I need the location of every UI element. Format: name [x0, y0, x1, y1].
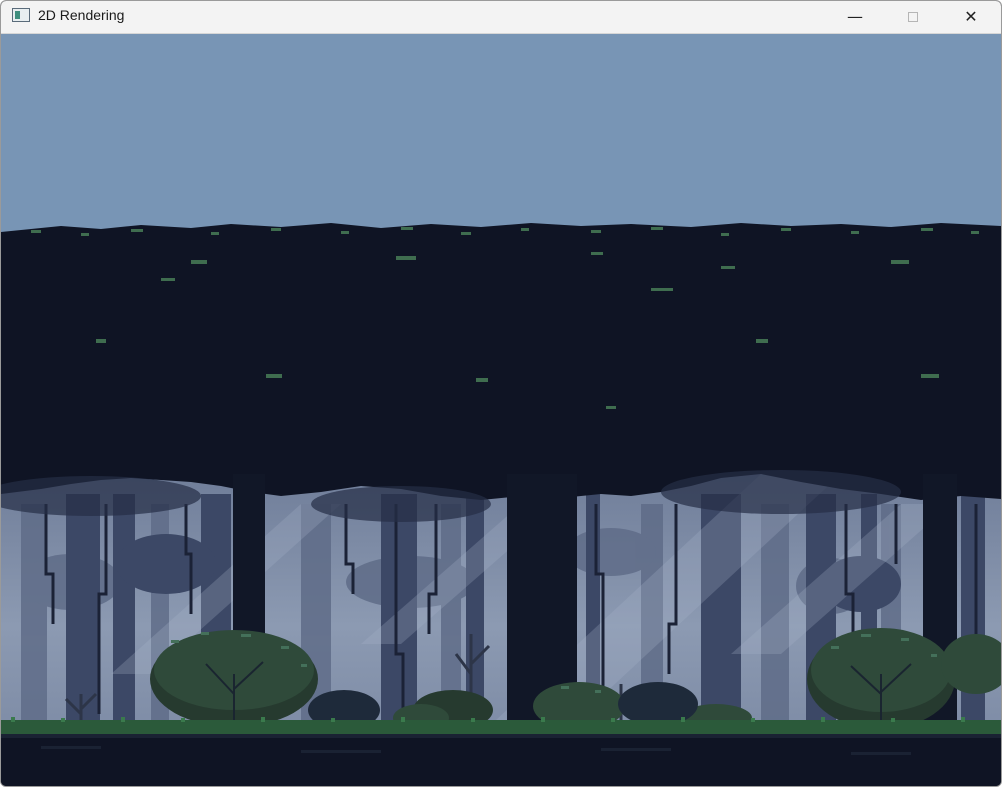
ground — [1, 734, 1001, 786]
window-title: 2D Rendering — [38, 7, 125, 23]
minimize-icon: — — [847, 7, 863, 26]
grass — [1, 720, 1001, 734]
maximize-icon — [908, 12, 918, 22]
title-bar[interactable]: 2D Rendering — ✕ — [1, 1, 1001, 34]
canopy — [1, 223, 1001, 500]
forest-scene — [1, 34, 1001, 786]
render-viewport[interactable] — [1, 34, 1001, 786]
app-icon — [12, 8, 30, 22]
maximize-button — [884, 1, 942, 33]
app-window: 2D Rendering — ✕ — [0, 0, 1002, 787]
close-icon: ✕ — [964, 7, 978, 26]
sky — [1, 34, 1001, 234]
close-button[interactable]: ✕ — [942, 1, 1000, 33]
minimize-button[interactable]: — — [826, 1, 884, 33]
